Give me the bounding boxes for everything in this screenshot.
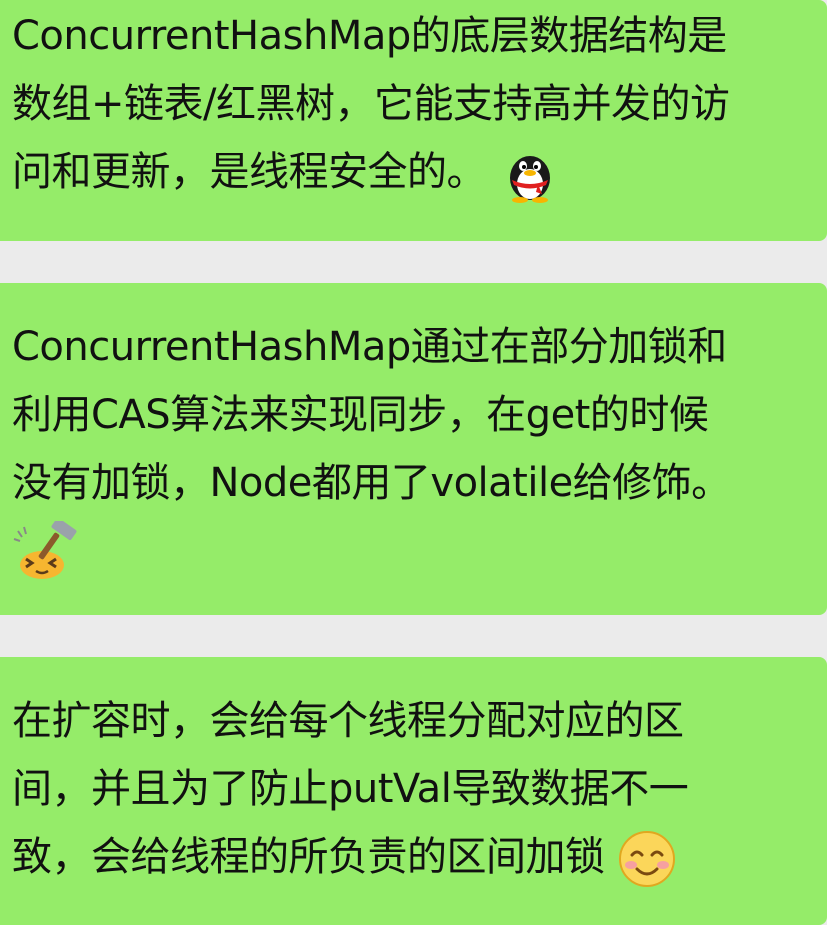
message-line: 没有加锁，Node都用了volatile给修饰。 [12, 460, 731, 506]
message-line: 致，会给线程的所负责的区间加锁 [12, 823, 815, 891]
smiling-face-emoji-icon [617, 829, 677, 889]
message-line: 数组+链表/红黑树，它能支持高并发的访 [12, 81, 730, 127]
message-line-text: 致，会给线程的所负责的区间加锁 [12, 834, 605, 880]
message-line: 利用CAS算法来实现同步，在get的时候 [12, 392, 709, 438]
message-bubble[interactable]: ConcurrentHashMap的底层数据结构是 数组+链表/红黑树，它能支持… [0, 0, 827, 241]
message-line: ConcurrentHashMap通过在部分加锁和 [12, 324, 727, 370]
message-line: 在扩容时，会给每个线程分配对应的区 [12, 698, 684, 744]
message-bubble[interactable]: ConcurrentHashMap通过在部分加锁和 利用CAS算法来实现同步，在… [0, 283, 827, 615]
message-bubble[interactable]: 在扩容时，会给每个线程分配对应的区 间，并且为了防止putVal导致数据不一 致… [0, 657, 827, 925]
hammer-head-emoji-icon [12, 521, 82, 581]
message-line: 间，并且为了防止putVal导致数据不一 [12, 766, 689, 812]
message-line: ConcurrentHashMap的底层数据结构是 [12, 13, 727, 59]
emoji-line [12, 515, 815, 579]
message-line: 问和更新，是线程安全的。 [12, 138, 815, 206]
message-line-text: 问和更新，是线程安全的。 [12, 149, 487, 195]
penguin-emoji-icon [498, 144, 562, 204]
